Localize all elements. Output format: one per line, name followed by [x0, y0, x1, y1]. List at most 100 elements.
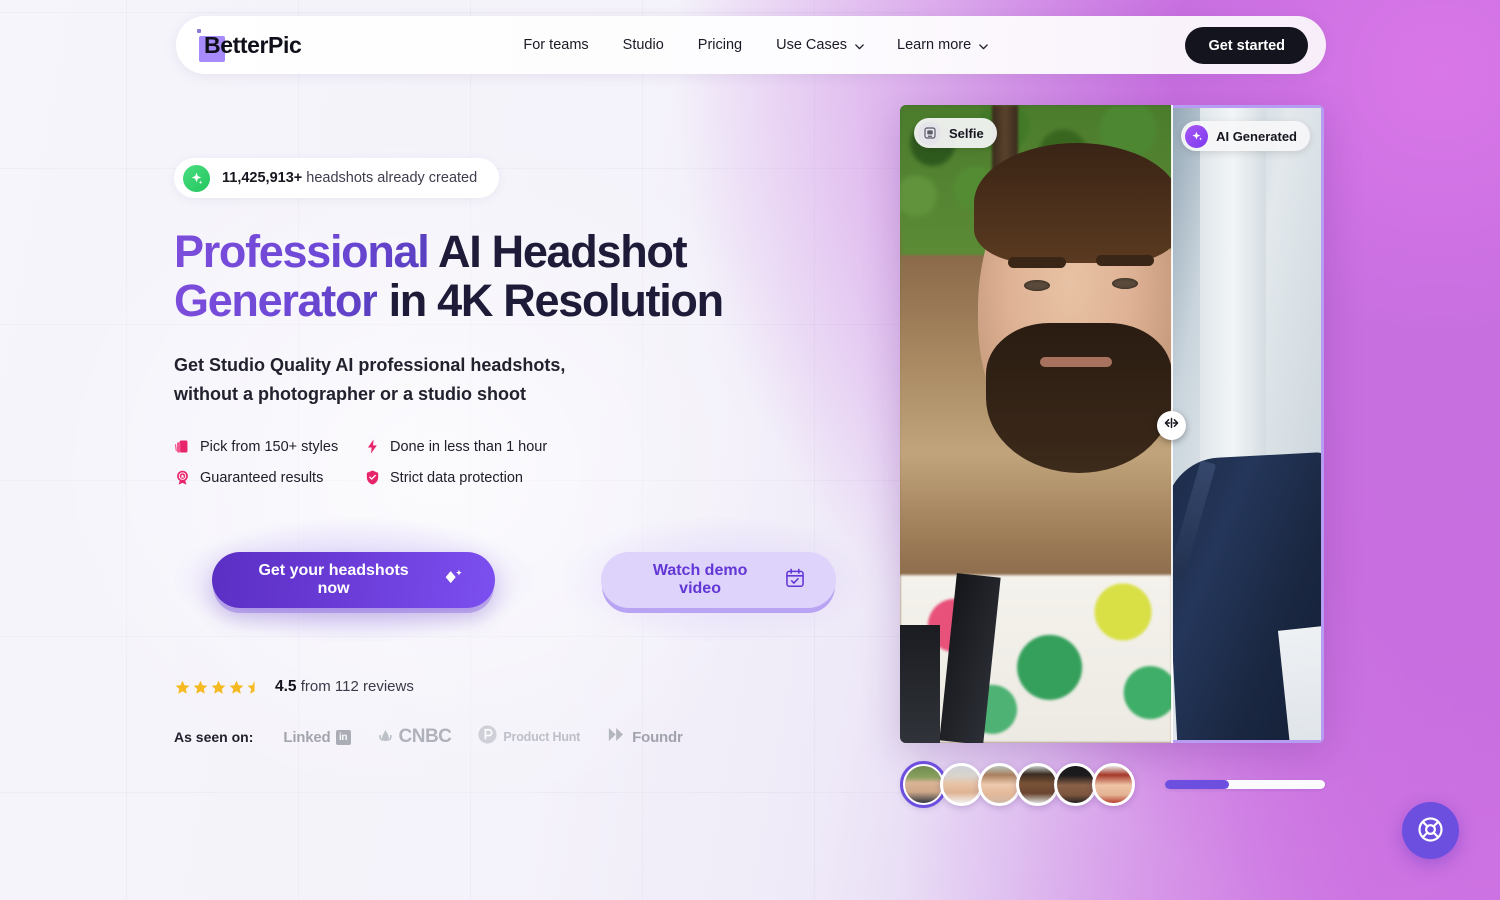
avatar [981, 766, 1018, 803]
nav-item-for-teams[interactable]: For teams [523, 37, 588, 53]
logo-dot-icon [197, 28, 201, 33]
watch-demo-label: Watch demo video [652, 562, 748, 598]
press-logo-name: Product Hunt [503, 730, 581, 745]
feature-list: Pick from 150+ styles Done in less than … [174, 438, 734, 486]
product-hunt-icon [477, 724, 498, 750]
hero-subtitle: Get Studio Quality AI professional heads… [174, 351, 874, 408]
selfie-photo [900, 105, 1172, 743]
selfie-backpack-strap-2 [900, 625, 940, 743]
nav-item-label: Use Cases [776, 37, 848, 53]
headshots-created-text: 11,425,913+ headshots already created [222, 170, 477, 186]
hero-left-column: 11,425,913+ headshots already created Pr… [174, 158, 874, 750]
press-logo-name: CNBC [398, 726, 452, 748]
nav-item-label: Learn more [897, 37, 972, 53]
avatar [943, 766, 980, 803]
get-started-button[interactable]: Get started [1185, 27, 1308, 64]
selfie-eye-right [1112, 278, 1138, 289]
selfie-beard [986, 323, 1172, 473]
hero-subtitle-line-1: Get Studio Quality AI professional heads… [174, 355, 566, 376]
rating-row: 4.5 from 112 reviews [174, 678, 874, 696]
carousel-progress-fill [1165, 780, 1229, 789]
press-logo-product-hunt: Product Hunt [477, 724, 580, 750]
nav-item-label: For teams [523, 37, 589, 53]
avatar [1019, 766, 1056, 803]
avatar-thumbnail-3[interactable] [978, 763, 1021, 806]
headline-rest-2: in 4K Resolution [377, 274, 725, 326]
support-button[interactable] [1402, 802, 1459, 859]
star-rating-icons [174, 679, 263, 696]
avatar-thumbnail-5[interactable] [1054, 763, 1097, 806]
avatar-thumbnail-6[interactable] [1092, 763, 1135, 806]
selfie-pane: Selfie [900, 105, 1172, 743]
award-badge-icon [174, 469, 191, 486]
chevron-down-icon [978, 41, 989, 50]
feature-item-speed: Done in less than 1 hour [364, 438, 734, 455]
ai-headshot-photo [1172, 108, 1321, 740]
selfie-brow-left [1008, 257, 1066, 268]
shield-check-icon [364, 469, 381, 486]
lightning-icon [364, 438, 381, 455]
sparkle-diamond-icon [441, 566, 465, 595]
nav-item-studio[interactable]: Studio [623, 37, 664, 53]
get-headshots-button[interactable]: Get your headshots now [212, 552, 496, 609]
nav-item-use-cases[interactable]: Use Cases [776, 37, 864, 53]
selfie-brow-right [1096, 255, 1154, 266]
avatar [905, 766, 942, 803]
ai-generated-badge: AI Generated [1181, 121, 1310, 151]
carousel-progress-track[interactable] [1165, 780, 1325, 789]
feature-label: Done in less than 1 hour [390, 438, 548, 455]
rating-text: 4.5 from 112 reviews [275, 678, 414, 696]
nav-item-label: Pricing [697, 37, 743, 53]
cards-icon [174, 438, 191, 455]
watch-demo-button[interactable]: Watch demo video [601, 552, 836, 609]
nav-item-label: Studio [622, 37, 664, 53]
selfie-eye-left [1024, 280, 1050, 291]
feature-item-privacy: Strict data protection [364, 469, 734, 486]
compare-slider-handle[interactable] [1157, 411, 1186, 440]
feature-item-styles: Pick from 150+ styles [174, 438, 364, 455]
feature-label: Pick from 150+ styles [200, 438, 339, 455]
feature-label: Guaranteed results [200, 469, 324, 486]
secondary-cta-glow: Watch demo video [563, 518, 874, 643]
nav-item-pricing[interactable]: Pricing [698, 37, 742, 53]
headshots-count: 11,425,913+ [222, 170, 303, 186]
headline-rest-1: AI Headshot [428, 226, 688, 277]
avatar-thumbnail-2[interactable] [940, 763, 983, 806]
logo[interactable]: BetterPic [197, 28, 302, 62]
press-row: As seen on: Linked in CNBC Product Hunt … [174, 724, 874, 750]
nav-item-learn-more[interactable]: Learn more [897, 37, 989, 53]
top-navigation-bar: BetterPic For teams Studio Pricing Use C… [176, 16, 1326, 74]
press-logo-name: Linked [283, 728, 331, 746]
chevron-down-icon [854, 41, 864, 50]
avatar [1057, 766, 1094, 803]
selfie-badge-label: Selfie [949, 125, 984, 141]
selfie-hair [974, 143, 1172, 263]
headshots-created-label: headshots already created [306, 170, 478, 186]
cta-row: Get your headshots now Watch demo video [174, 518, 874, 643]
lifebuoy-icon [1416, 815, 1445, 847]
avatar [1095, 766, 1132, 803]
cnbc-peacock-icon [377, 727, 394, 747]
ai-backdrop-column [1200, 108, 1266, 468]
press-logo-linkedin: Linked in [283, 728, 351, 746]
press-logo-cnbc: CNBC [377, 726, 452, 748]
avatar-thumbnail-1[interactable] [900, 761, 947, 808]
logo-text: BetterPic [204, 31, 302, 58]
headline-accent-2: Generator [174, 274, 379, 326]
photo-icon [918, 121, 941, 145]
avatar-thumbnail-4[interactable] [1016, 763, 1059, 806]
rating-count-label: from 112 reviews [300, 678, 414, 696]
headline-accent-1: Professional [174, 226, 430, 277]
before-after-comparison[interactable]: Selfie AI Generated [900, 105, 1324, 743]
headshots-created-badge: 11,425,913+ headshots already created [174, 158, 500, 198]
ai-generated-badge-label: AI Generated [1216, 128, 1297, 144]
nav-links: For teams Studio Pricing Use Cases Learn… [523, 37, 989, 53]
linkedin-icon: in [335, 729, 351, 745]
ai-generated-pane: AI Generated [1172, 105, 1324, 743]
selfie-lips [1040, 357, 1112, 367]
sparkle-icon [1185, 124, 1209, 148]
feature-label: Strict data protection [390, 469, 523, 486]
rating-value: 4.5 [275, 678, 297, 696]
calendar-check-icon [784, 567, 806, 594]
hero-subtitle-line-2: without a photographer or a studio shoot [174, 383, 526, 404]
